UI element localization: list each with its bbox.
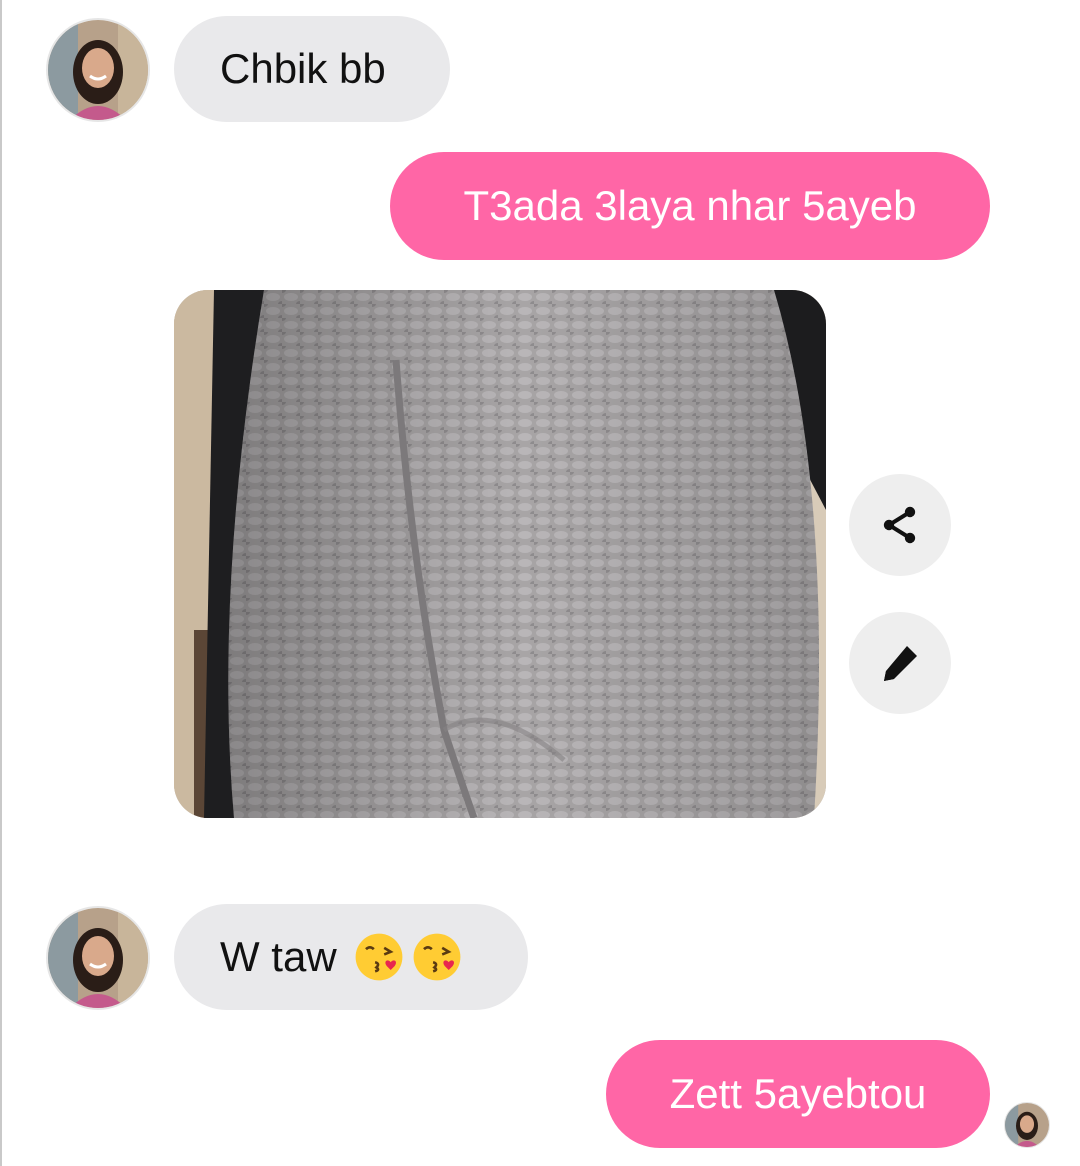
share-button[interactable] [849,474,951,576]
photo-attachment[interactable] [174,290,826,818]
read-receipt-avatar-image [1005,1103,1049,1147]
left-edge-divider [0,0,2,1166]
contact-avatar[interactable] [46,906,150,1010]
message-bubble-incoming[interactable]: W taw [174,904,528,1010]
contact-avatar[interactable] [46,18,150,122]
contact-avatar-image [48,20,148,120]
kissing-heart-emoji-icon [355,933,403,981]
share-icon [883,506,916,544]
photo-image [174,290,826,818]
message-bubble-incoming[interactable]: Chbik bb [174,16,450,122]
pencil-icon [884,646,917,681]
message-text: Zett 5ayebtou [669,1070,927,1117]
edit-button[interactable] [849,612,951,714]
read-receipt-avatar [1004,1102,1050,1148]
message-text: W taw [220,933,337,980]
message-bubble-outgoing[interactable]: Zett 5ayebtou [606,1040,990,1148]
message-text: T3ada 3laya nhar 5ayeb [463,182,917,229]
message-bubble-outgoing[interactable]: T3ada 3laya nhar 5ayeb [390,152,990,260]
contact-avatar-image [48,908,148,1008]
kissing-heart-emoji-icon [413,933,461,981]
message-text: Chbik bb [220,45,386,92]
